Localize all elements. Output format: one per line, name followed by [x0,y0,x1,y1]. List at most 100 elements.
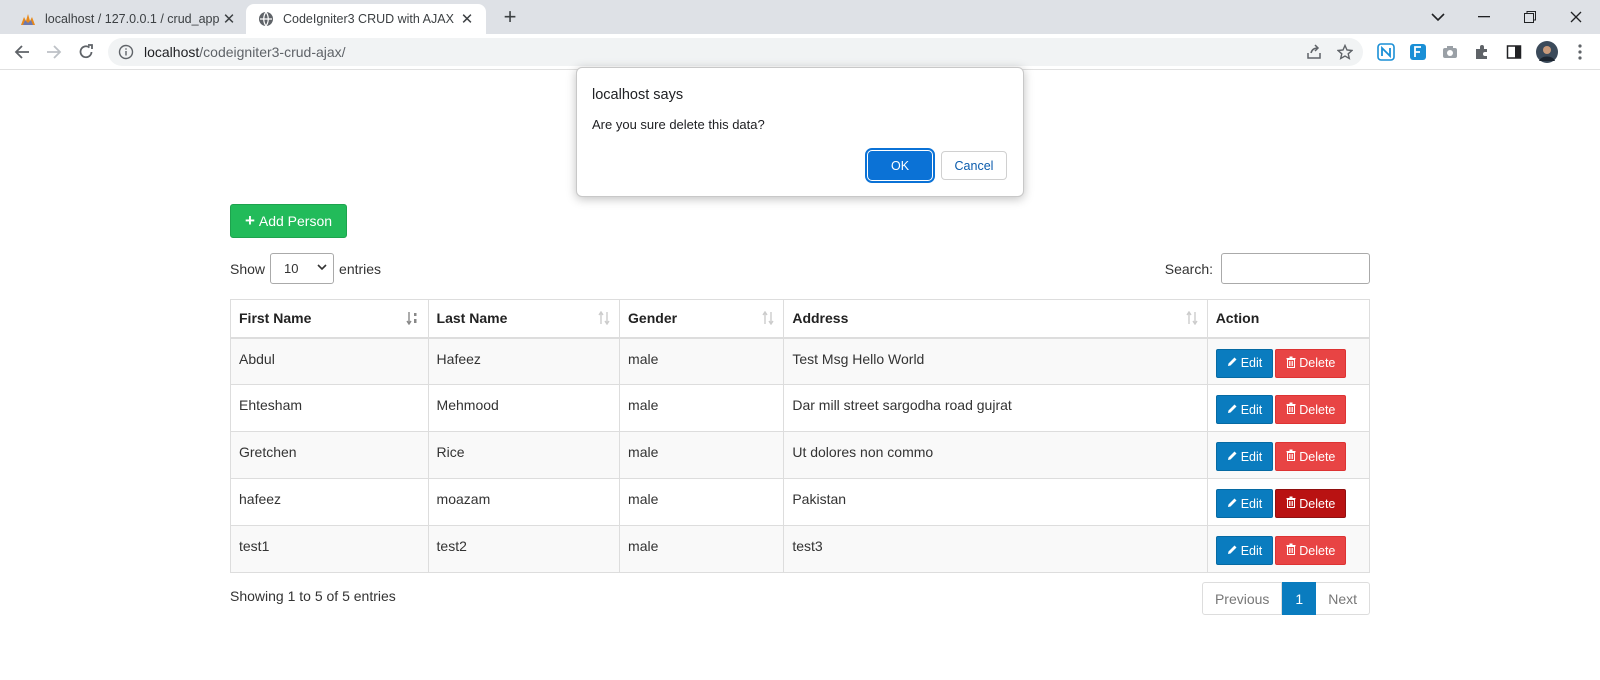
confirm-dialog: localhost says Are you sure delete this … [576,67,1024,197]
edit-button[interactable]: Edit [1215,489,1274,518]
cell-gender: male [619,525,785,573]
close-tab-icon[interactable]: ✕ [220,10,238,28]
n-extension-icon[interactable] [1376,42,1396,62]
cell-gender: male [619,431,785,479]
new-tab-button[interactable]: + [498,6,522,30]
cell-address: Ut dolores non commo [783,431,1208,479]
add-person-label: Add Person [258,213,333,229]
edit-label: Edit [1240,543,1263,558]
cell-last-name: Rice [427,431,621,479]
f-extension-icon[interactable] [1408,42,1428,62]
column-label: Gender [628,310,678,327]
cell-address: Test Msg Hello World [783,337,1208,385]
pencil-icon [1227,450,1238,464]
edit-button[interactable]: Edit [1215,442,1274,471]
back-arrow-icon[interactable] [9,39,35,65]
pencil-icon [1227,356,1238,370]
plus-icon: + [244,211,255,230]
delete-label: Delete [1299,496,1336,511]
delete-button[interactable]: Delete [1275,395,1347,424]
address-bar[interactable]: localhost/codeigniter3-crud-ajax/ [108,38,1363,66]
tab-search-icon[interactable] [1415,4,1461,30]
column-action: Action [1206,299,1371,339]
column-label: Action [1215,310,1260,327]
chevron-down-icon [317,263,327,274]
cell-gender: male [619,384,785,432]
extensions-puzzle-icon[interactable] [1472,42,1492,62]
sort-icon [1185,310,1199,328]
edit-label: Edit [1240,449,1263,464]
table-search: Search: [1165,253,1370,284]
trash-icon [1286,449,1296,464]
side-panel-icon[interactable] [1504,42,1524,62]
table-row: test1 test2 male test3 Edit Delete [230,525,1371,573]
table-info: Showing 1 to 5 of 5 entries [230,588,396,604]
delete-label: Delete [1299,449,1336,464]
page-1-button[interactable]: 1 [1282,582,1317,615]
minimize-icon[interactable] [1461,4,1507,30]
tab-phpmyadmin[interactable]: localhost / 127.0.0.1 / crud_app / ✕ [8,4,248,34]
cell-address: Pakistan [783,478,1208,526]
restore-icon[interactable] [1507,4,1553,30]
pencil-icon [1227,403,1238,417]
pencil-icon [1227,497,1238,511]
edit-label: Edit [1240,356,1263,370]
edit-button[interactable]: Edit [1215,395,1274,424]
table-row: Ehtesham Mehmood male Dar mill street sargo… [230,384,1371,432]
delete-label: Delete [1299,356,1336,370]
column-last-name[interactable]: Last Name [427,299,621,339]
phpmyadmin-icon [20,11,36,27]
cell-action: Edit Delete [1206,384,1371,432]
cell-first-name: Abdul [230,337,429,385]
cancel-button[interactable]: Cancel [941,151,1007,180]
previous-page-button[interactable]: Previous [1201,582,1283,615]
cell-action: Edit Delete [1206,431,1371,479]
trash-icon [1286,496,1296,511]
search-input[interactable] [1221,253,1370,284]
trash-icon [1286,543,1296,558]
dialog-title: localhost says [592,87,684,103]
camera-icon[interactable] [1440,42,1460,62]
cell-last-name: Hafeez [427,337,621,385]
bookmark-star-icon[interactable] [1334,41,1356,63]
share-icon[interactable] [1303,41,1325,63]
tab-crud-ajax[interactable]: CodeIgniter3 CRUD with AJAX ✕ [246,4,486,34]
delete-button[interactable]: Delete [1275,442,1347,471]
entries-select[interactable]: 10 [270,253,335,284]
add-person-button[interactable]: + Add Person [230,204,347,238]
edit-button[interactable]: Edit [1215,348,1274,378]
next-page-button[interactable]: Next [1316,582,1370,615]
column-address[interactable]: Address [783,299,1208,339]
delete-button[interactable]: Delete [1275,536,1347,565]
edit-button[interactable]: Edit [1215,536,1274,565]
column-label: Last Name [436,310,508,327]
column-first-name[interactable]: First Name [230,299,429,339]
cell-action: Edit Delete [1206,478,1371,526]
site-info-icon[interactable] [118,44,134,60]
delete-button[interactable]: Delete [1275,489,1347,518]
sort-icon [597,310,611,328]
profile-avatar[interactable] [1536,41,1558,63]
dialog-message: Are you sure delete this data? [592,117,765,132]
url-path: /codeigniter3-crud-ajax/ [199,44,346,60]
trash-icon [1286,356,1296,371]
edit-label: Edit [1240,402,1263,417]
cell-first-name: test1 [230,525,429,573]
tab-title: CodeIgniter3 CRUD with AJAX [283,12,454,26]
close-tab-icon[interactable]: ✕ [458,10,476,28]
delete-label: Delete [1299,543,1336,558]
cell-action: Edit Delete [1206,337,1371,385]
cell-address: test3 [783,525,1208,573]
menu-kebab-icon[interactable] [1570,42,1590,62]
ok-button[interactable]: OK [865,148,935,183]
cell-address: Dar mill street sargodha road gujrat [783,384,1208,432]
forward-arrow-icon[interactable] [41,39,67,65]
browser-toolbar: localhost/codeigniter3-crud-ajax/ [0,34,1600,70]
entries-label: entries [339,260,382,277]
close-window-icon[interactable] [1553,4,1599,30]
entries-value: 10 [284,261,299,276]
column-label: Address [792,310,849,327]
reload-icon[interactable] [73,39,99,65]
column-gender[interactable]: Gender [619,299,785,339]
delete-button[interactable]: Delete [1275,348,1347,378]
